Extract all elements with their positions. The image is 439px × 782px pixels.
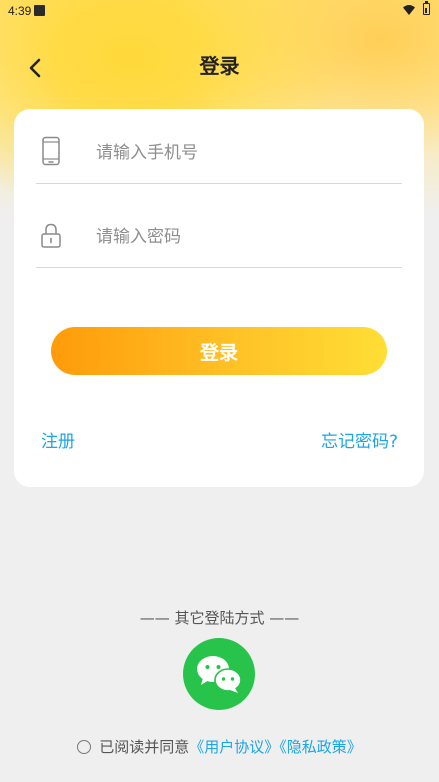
status-time: 4:39	[8, 4, 32, 18]
smartphone-icon	[42, 136, 60, 166]
status-bar: 4:39	[0, 0, 439, 22]
wechat-icon	[197, 656, 242, 693]
privacy-policy-link[interactable]: 《隐私政策》	[279, 738, 362, 756]
agreement-row: 已阅读并同意《用户协议》《隐私政策》	[0, 736, 439, 757]
password-input[interactable]	[94, 220, 388, 254]
login-button[interactable]: 登录	[51, 327, 387, 375]
password-field	[36, 207, 402, 268]
register-link[interactable]: 注册	[41, 427, 75, 452]
wechat-login-button[interactable]	[183, 638, 255, 710]
lock-icon	[41, 223, 61, 248]
agree-checkbox[interactable]	[77, 740, 92, 754]
notification-icon	[34, 5, 45, 16]
user-agreement-link[interactable]: 《用户协议》	[189, 738, 279, 756]
other-login-title: —— 其它登陆方式 ——	[139, 609, 300, 627]
forgot-password-link[interactable]: 忘记密码?	[321, 427, 398, 452]
phone-field	[36, 123, 402, 184]
phone-input[interactable]	[94, 136, 388, 170]
login-card: 登录 注册 忘记密码?	[14, 109, 424, 487]
agreement-prefix: 已阅读并同意	[99, 738, 190, 756]
page-title: 登录	[199, 54, 240, 78]
battery-icon	[423, 1, 430, 15]
wifi-icon	[403, 5, 415, 15]
